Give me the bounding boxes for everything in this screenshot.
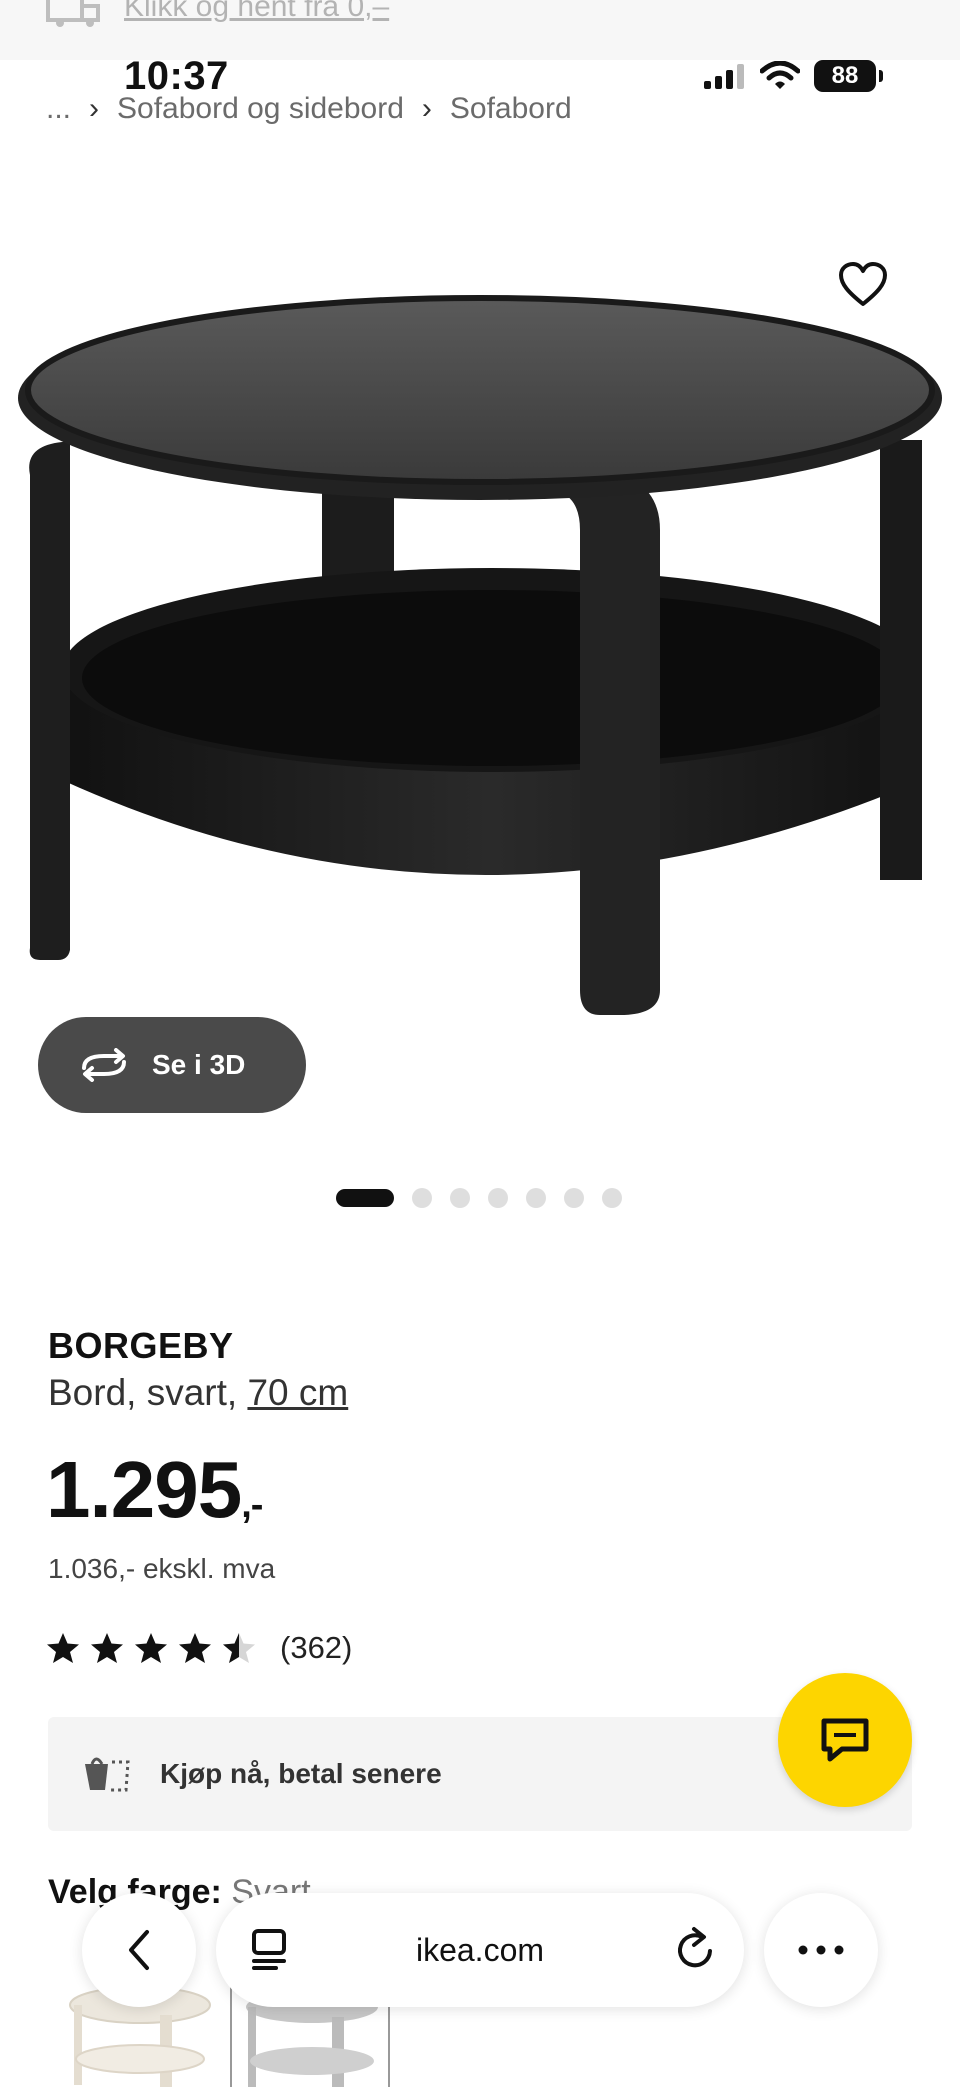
- address-bar[interactable]: ikea.com: [216, 1893, 744, 2007]
- price-value: 1.295: [46, 1445, 242, 1534]
- chevron-right-icon: ›: [421, 92, 432, 125]
- battery-indicator: 88: [814, 60, 883, 92]
- breadcrumb-item-sofabord[interactable]: Sofabord: [450, 92, 572, 126]
- more-dots-icon: [798, 1945, 844, 1955]
- product-rating[interactable]: (362): [46, 1630, 352, 1666]
- product-description: Bord, svart, 70 cm: [48, 1372, 348, 1414]
- see-in-3d-button[interactable]: Se i 3D: [38, 1017, 306, 1113]
- see-in-3d-label: Se i 3D: [152, 1049, 246, 1080]
- buy-now-pay-later-label: Kjøp nå, betal senere: [160, 1758, 442, 1789]
- star-icon: [91, 1633, 123, 1663]
- star-icon: [47, 1633, 79, 1663]
- carousel-dot[interactable]: [564, 1188, 584, 1208]
- half-star-icon: [223, 1633, 255, 1663]
- delivery-banner: Klikk og hent fra 0,–: [0, 0, 960, 60]
- chat-button[interactable]: [778, 1673, 912, 1807]
- product-type: Bord, svart,: [48, 1372, 248, 1413]
- browser-back-button[interactable]: [82, 1893, 196, 2007]
- reload-icon[interactable]: [674, 1925, 718, 1973]
- url-text: ikea.com: [415, 1931, 545, 1968]
- star-icon: [179, 1633, 211, 1663]
- carousel-dot[interactable]: [488, 1188, 508, 1208]
- product-size-link[interactable]: 70 cm: [247, 1372, 348, 1413]
- truck-icon: [46, 0, 100, 27]
- star-icon: [135, 1633, 167, 1663]
- signal-icon: [704, 64, 744, 89]
- carousel-dot[interactable]: [526, 1188, 546, 1208]
- more-options-button[interactable]: [764, 1893, 878, 2007]
- chat-icon: [821, 1718, 869, 1762]
- chevron-right-icon: ›: [89, 92, 100, 125]
- rotate-3d-icon: [82, 1048, 126, 1082]
- breadcrumb-ellipsis[interactable]: ...: [46, 92, 71, 126]
- breadcrumb-item-sofabord-og-sidebord[interactable]: Sofabord og sidebord: [117, 92, 404, 126]
- carousel-dot[interactable]: [450, 1188, 470, 1208]
- price-suffix: ,-: [241, 1484, 263, 1526]
- carousel-dot[interactable]: [336, 1189, 394, 1207]
- carousel-dot[interactable]: [602, 1188, 622, 1208]
- heart-icon[interactable]: [838, 262, 888, 308]
- rating-count: (362): [280, 1630, 353, 1665]
- product-price: 1.295,-: [46, 1450, 263, 1530]
- wifi-icon: [760, 61, 800, 89]
- price-excl-vat: 1.036,- ekskl. mva: [48, 1553, 276, 1584]
- shopping-bag-icon: [85, 1757, 130, 1792]
- banner-link[interactable]: Klikk og hent fra 0,–: [124, 0, 389, 24]
- chevron-left-icon: [129, 1930, 149, 1970]
- status-icons: 88: [702, 60, 883, 92]
- carousel-dot[interactable]: [412, 1188, 432, 1208]
- product-image[interactable]: [0, 200, 960, 1100]
- carousel-indicator: [336, 1188, 622, 1208]
- product-name: BORGEBY: [48, 1325, 234, 1366]
- breadcrumb: ... › Sofabord og sidebord › Sofabord: [46, 92, 572, 126]
